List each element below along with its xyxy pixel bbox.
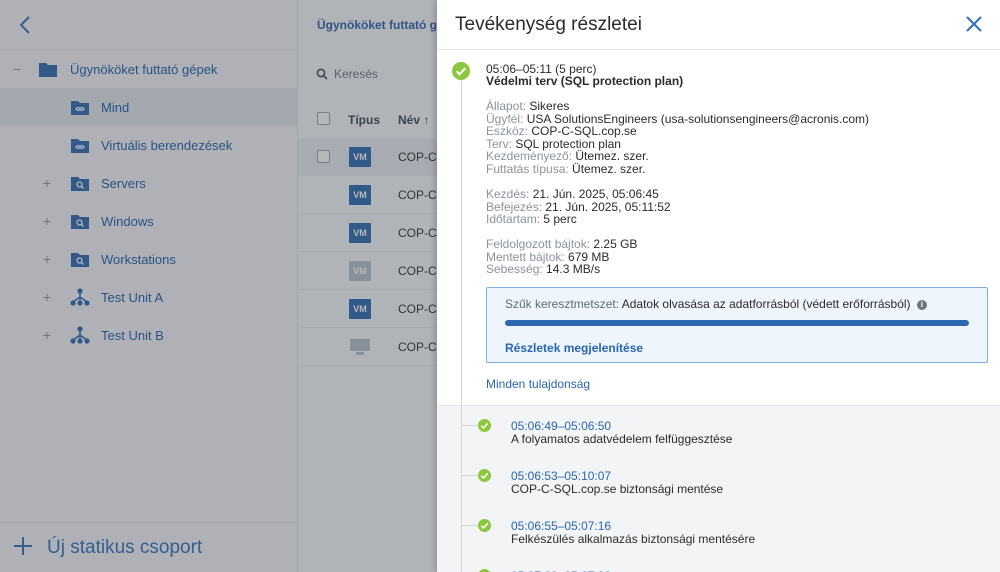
step-connector: [461, 475, 478, 476]
property-key: Futtatás típusa:: [486, 161, 573, 176]
property-value: 5 perc: [543, 212, 577, 226]
info-icon[interactable]: i: [916, 299, 927, 310]
property-row: Időtartam: 5 perc: [486, 213, 577, 226]
bottleneck-progress-bar: [505, 320, 969, 326]
step-connector: [461, 525, 478, 526]
step-description: Felkészülés alkalmazás biztonsági mentés…: [511, 532, 756, 546]
all-properties-link[interactable]: Minden tulajdonság: [486, 377, 590, 391]
show-details-link[interactable]: Részletek megjelenítése: [505, 341, 643, 355]
activity-plan-name: Védelmi terv (SQL protection plan): [486, 74, 684, 88]
bottleneck-progress-fill: [505, 320, 969, 326]
step-connector: [461, 425, 478, 426]
step-description: A folyamatos adatvédelem felfüggesztése: [511, 432, 733, 446]
property-value: Ütemez. szer.: [572, 161, 646, 176]
success-check-icon: [478, 419, 491, 432]
success-check-icon: [478, 469, 491, 482]
bottleneck-text: Szűk keresztmetszet: Adatok olvasása az …: [505, 297, 927, 311]
step-time-link[interactable]: 05:06:53–05:10:07: [511, 469, 611, 483]
property-value: 14.3 MB/s: [546, 262, 601, 276]
step-time-link[interactable]: 05:06:55–05:07:16: [511, 519, 611, 533]
panel-title: Tevékenység részletei: [455, 14, 642, 35]
property-row: Futtatás típusa: Ütemez. szer.: [486, 161, 646, 176]
activity-steps: 05:06:49–05:06:50 A folyamatos adatvédele…: [437, 405, 1000, 572]
step-description: COP-C-SQL.cop.se biztonsági mentése: [511, 482, 724, 496]
timeline-line: [461, 81, 462, 405]
success-check-icon: [452, 62, 470, 80]
activity-step: 05:06:53–05:10:07 COP-C-SQL.cop.se bizton…: [437, 456, 1000, 496]
step-time-link[interactable]: 05:06:49–05:06:50: [511, 419, 611, 433]
bottleneck-key: Szűk keresztmetszet:: [505, 297, 620, 311]
property-key: Időtartam:: [486, 212, 544, 226]
property-row: Sebesség: 14.3 MB/s: [486, 263, 600, 276]
close-icon[interactable]: [966, 16, 982, 32]
success-check-icon: [478, 519, 491, 532]
activity-step: 05:06:55–05:07:16 Felkészülés alkalmazás …: [437, 506, 1000, 546]
activity-details-panel: Tevékenység részletei 05:06–05:11 (5 per…: [437, 0, 1000, 572]
bottleneck-box: Szűk keresztmetszet: Adatok olvasása az …: [486, 287, 988, 363]
activity-step: 05:07:22–05:07:23: [437, 556, 1000, 572]
bottleneck-value: Adatok olvasása az adatforrásból (védett…: [621, 297, 911, 311]
activity-step: 05:06:49–05:06:50 A folyamatos adatvédele…: [437, 406, 1000, 446]
modal-backdrop[interactable]: [0, 0, 437, 572]
panel-header: Tevékenység részletei: [437, 0, 1000, 50]
property-key: Sebesség:: [486, 262, 547, 276]
activity-summary: 05:06–05:11 (5 perc) Védelmi terv (SQL p…: [437, 50, 1000, 405]
